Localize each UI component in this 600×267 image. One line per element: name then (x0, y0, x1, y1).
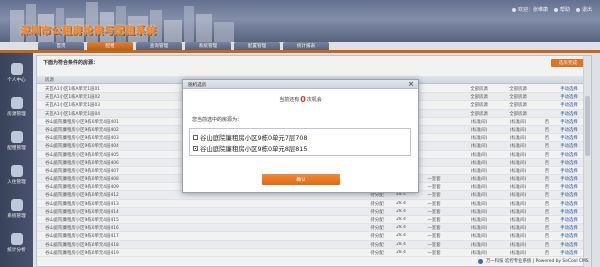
checkbox[interactable] (193, 146, 198, 151)
remaining-count: 0 (300, 95, 306, 104)
checkbox[interactable] (193, 135, 198, 140)
choice-list: 谷山庭院廉租房小区9栋0单元7层708 谷山庭院廉租房小区9栋0单元8层815 (189, 128, 411, 156)
remaining-chances: 当前还有0次机会 (279, 95, 322, 104)
selected-label: 您当前选中的房源为： (192, 117, 243, 123)
dialog-title: 随机选房 (188, 83, 207, 88)
dialog-header: 随机选房 × (183, 80, 418, 89)
close-icon[interactable]: × (408, 80, 414, 89)
choice-item[interactable]: 谷山庭院廉租房小区9栋0单元7层708 (193, 133, 307, 142)
random-selection-dialog: 随机选房 × 当前还有0次机会 您当前选中的房源为： 谷山庭院廉租房小区9栋0单… (182, 79, 419, 193)
confirm-button[interactable]: 确认 (262, 174, 340, 185)
choice-item[interactable]: 谷山庭院廉租房小区9栋0单元8层815 (193, 144, 307, 153)
